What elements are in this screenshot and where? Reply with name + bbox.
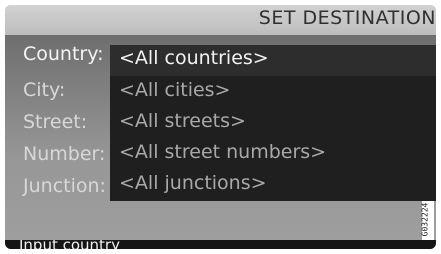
list-item-label: <All cities>	[119, 79, 231, 101]
selection-list: <All countries> <All cities> <All street…	[110, 45, 436, 201]
list-item-all-cities[interactable]: <All cities>	[110, 77, 436, 108]
list-item-label: <All junctions>	[119, 172, 267, 194]
navigation-screen: SET DESTINATION Country: City: Street: N…	[5, 5, 436, 249]
list-item-all-countries[interactable]: <All countries>	[110, 45, 436, 76]
street-label: Street:	[23, 111, 88, 133]
list-item-all-junctions[interactable]: <All junctions>	[110, 170, 436, 201]
list-item-label: <All countries>	[119, 47, 269, 69]
status-text: Input country	[19, 240, 120, 249]
screen-title: SET DESTINATION	[258, 7, 436, 29]
list-item-label: <All streets>	[119, 110, 246, 132]
junction-label: Junction:	[23, 175, 106, 197]
status-bar: Input country	[5, 240, 436, 249]
image-reference-code-text: G032224	[420, 202, 430, 237]
country-label: Country:	[23, 43, 104, 65]
image-reference-code: G032224	[420, 201, 434, 241]
city-label: City:	[23, 79, 66, 101]
list-item-label: <All street numbers>	[119, 141, 327, 163]
list-item-all-streets[interactable]: <All streets>	[110, 108, 436, 139]
list-item-all-street-numbers[interactable]: <All street numbers>	[110, 139, 436, 170]
number-label: Number:	[23, 143, 106, 165]
screen-header: SET DESTINATION	[5, 5, 436, 35]
